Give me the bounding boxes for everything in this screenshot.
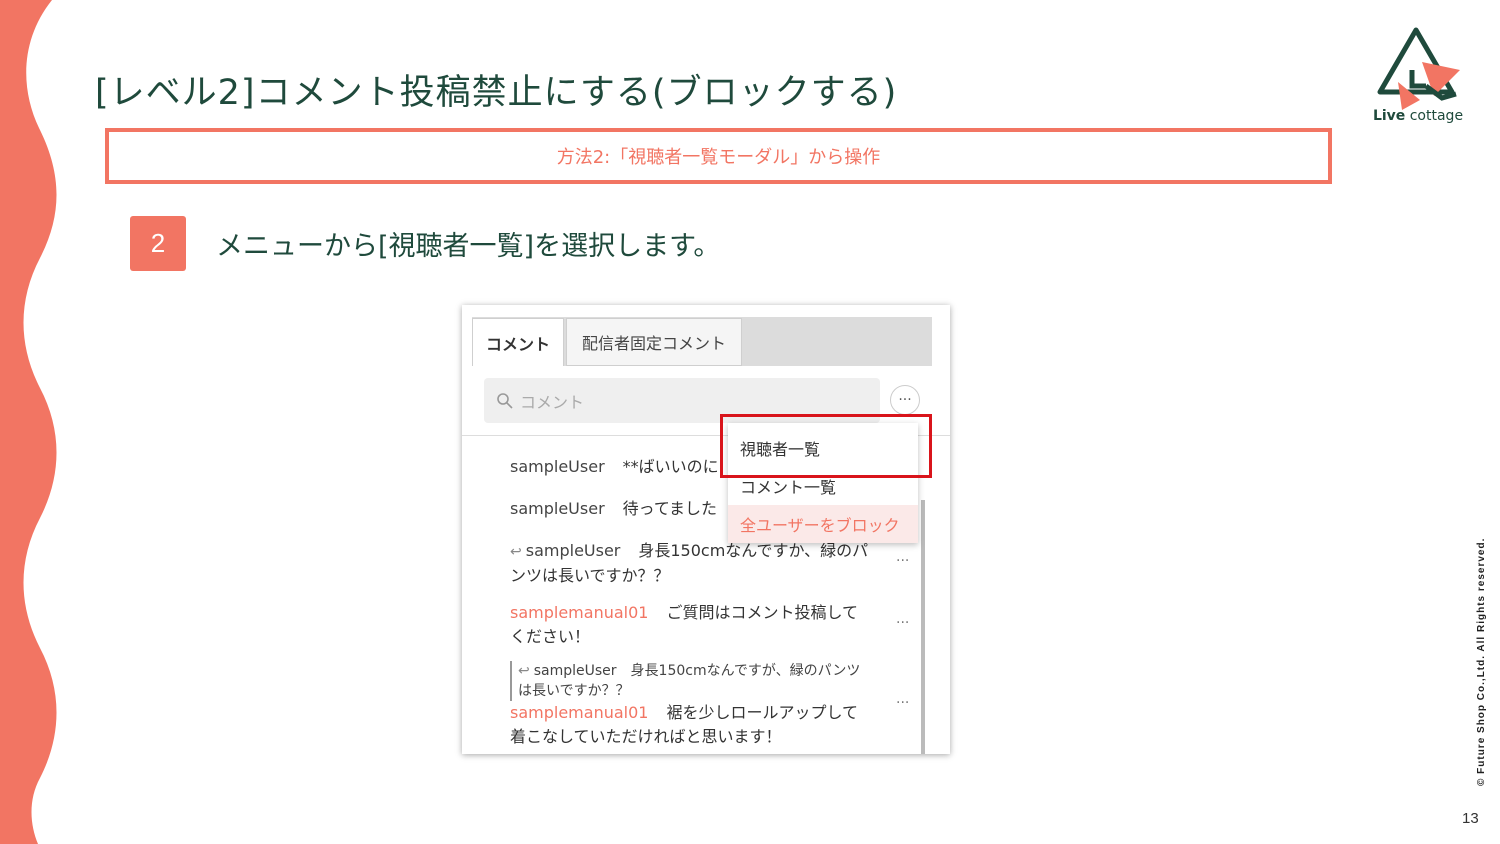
- method-label: 方法2:「視聴者一覧モーダル」から操作: [556, 147, 881, 168]
- search-icon: [497, 392, 513, 409]
- page-number: 13: [1462, 810, 1479, 827]
- comment-text: ご質問はコメント投稿して: [666, 603, 858, 622]
- menu-item-block-all-users[interactable]: 全ユーザーをブロック: [728, 505, 918, 543]
- comment-text: 着こなしていただければと思います！: [510, 727, 782, 746]
- comment-text: **ばいいのに: [622, 457, 719, 476]
- step-instruction: メニューから[視聴者一覧]を選択します。: [216, 231, 721, 262]
- tab-pinned-comments[interactable]: 配信者固定コメント: [566, 318, 742, 366]
- reply-icon: ↩: [510, 544, 522, 560]
- quote-user: sampleUser: [533, 663, 617, 679]
- step-number-badge: 2: [130, 216, 186, 271]
- more-menu-button[interactable]: ···: [890, 385, 920, 415]
- decorative-wave-border: [0, 0, 57, 844]
- comment-row: ↩ sampleUser 身長150cmなんですか、緑のパ ンツは長いですか？？: [510, 539, 868, 588]
- comment-row: samplemanual01 ご質問はコメント投稿して ください！: [510, 601, 858, 649]
- comment-user-admin: samplemanual01: [510, 703, 649, 722]
- comment-user: sampleUser: [510, 499, 605, 518]
- comment-user-admin: samplemanual01: [510, 603, 649, 622]
- reply-icon: ↩: [518, 663, 530, 679]
- logo-wordmark: Live cottage: [1372, 108, 1464, 124]
- tab-bar: コメント 配信者固定コメント: [472, 317, 932, 366]
- comment-more-icon[interactable]: ···: [896, 553, 909, 569]
- slide-title: [レベル2]コメント投稿禁止にする(ブロックする): [95, 73, 898, 113]
- scrollbar[interactable]: [921, 500, 925, 754]
- copyright-text: © Future Shop Co.,Ltd. All Rights reserv…: [1476, 537, 1487, 786]
- comment-panel-screenshot: コメント 配信者固定コメント コメント ··· sampleUser **ばいいの…: [462, 305, 950, 754]
- comment-row: samplemanual01 裾を少しロールアップして 着こなしていただければと思…: [510, 701, 858, 749]
- method-banner: 方法2:「視聴者一覧モーダル」から操作: [105, 128, 1332, 184]
- quote-text: 身長150cmなんですが、緑のパンツ: [630, 663, 861, 679]
- comment-more-icon[interactable]: ···: [896, 615, 909, 631]
- quoted-reply: ↩ sampleUser 身長150cmなんですが、緑のパンツ は長いですか？？: [510, 661, 878, 701]
- comment-text: 裾を少しロールアップして: [666, 703, 858, 722]
- comment-user: sampleUser: [525, 541, 621, 560]
- comment-text: 待ってました: [622, 499, 718, 518]
- comment-more-icon[interactable]: ···: [896, 695, 909, 711]
- tab-comments[interactable]: コメント: [472, 318, 564, 366]
- search-placeholder: コメント: [520, 392, 585, 412]
- highlight-box: [720, 414, 932, 478]
- comment-text: ンツは長いですか？？: [510, 566, 670, 585]
- comment-text: ください！: [510, 627, 591, 646]
- comment-user: sampleUser: [510, 457, 605, 476]
- comment-row: sampleUser 待ってました: [510, 497, 717, 521]
- quote-text: は長いですか？？: [518, 683, 630, 699]
- comment-row: sampleUser **ばいいのに: [510, 455, 719, 479]
- comment-text: 身長150cmなんですか、緑のパ: [638, 541, 869, 560]
